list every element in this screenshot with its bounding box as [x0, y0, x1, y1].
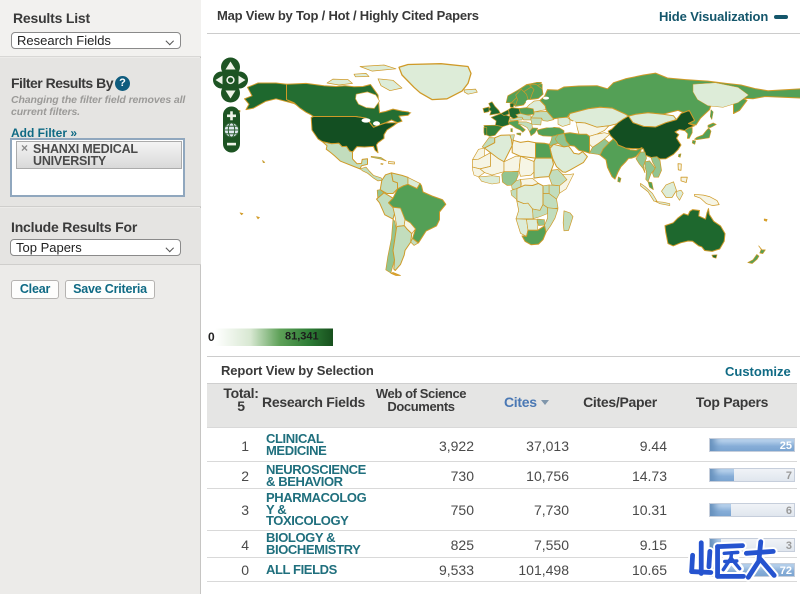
svg-text:81,341: 81,341 [285, 331, 319, 343]
svg-text:0: 0 [208, 330, 215, 344]
